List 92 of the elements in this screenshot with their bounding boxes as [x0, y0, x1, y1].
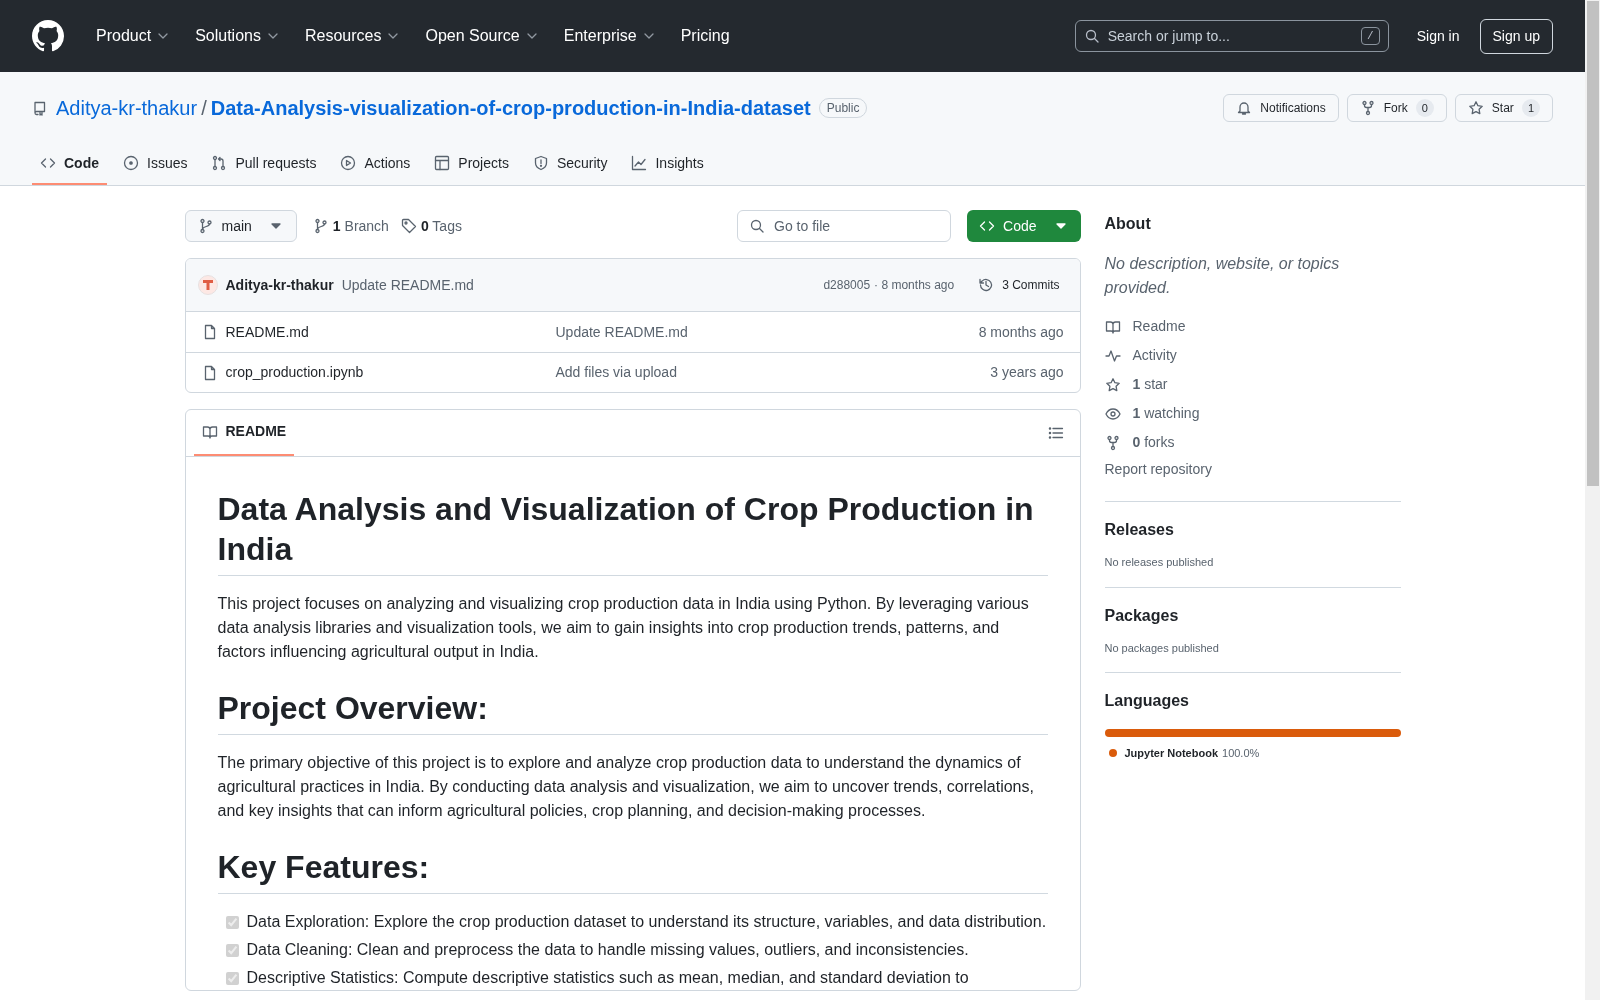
shield-icon — [532, 155, 549, 171]
about-link[interactable]: 0 forks — [1104, 428, 1401, 457]
branch-icon — [312, 218, 329, 234]
star-button[interactable]: Star 1 — [1454, 94, 1553, 122]
sign-in-link[interactable]: Sign in — [1416, 25, 1460, 47]
commits-link[interactable]: 3 Commits — [970, 276, 1068, 294]
star-icon — [1104, 376, 1121, 393]
commit-hash[interactable]: d288005 — [823, 276, 871, 294]
branch-icon — [197, 218, 214, 234]
about-heading: About — [1104, 214, 1152, 234]
readme-heading: Project Overview: — [217, 688, 1048, 735]
graph-icon — [631, 155, 648, 171]
file-time: 8 months ago — [978, 322, 1064, 342]
repo-tab[interactable]: Projects — [426, 143, 517, 185]
search-field[interactable]: Search or jump to... / — [1074, 20, 1389, 52]
task-text: Descriptive Statistics: Compute descriptive statistics such as mean, median, and standard deviation to — [246, 968, 969, 988]
bell-icon — [1236, 100, 1253, 116]
search-icon — [749, 218, 766, 234]
outline-icon — [1047, 424, 1064, 441]
fork-icon — [1359, 100, 1376, 116]
owner-link[interactable]: Aditya-kr-thakur — [56, 93, 198, 123]
about-link[interactable]: Activity — [1104, 341, 1401, 370]
notifications-button[interactable]: Notifications — [1223, 94, 1339, 122]
repo-tab[interactable]: Insights — [623, 143, 712, 185]
pull-request-icon — [211, 155, 228, 171]
nav-link[interactable]: Resources — [300, 24, 406, 48]
nav-link[interactable]: Open Source — [421, 24, 544, 48]
commit-message-link[interactable]: Add files via upload — [555, 362, 677, 383]
code-icon — [40, 155, 56, 171]
sign-up-button[interactable]: Sign up — [1479, 18, 1553, 54]
task-text: Data Exploration: Explore the crop production dataset to understand its structure, variables, and data distribution. — [246, 912, 1047, 932]
commit-time: · 8 months ago — [874, 277, 955, 294]
scrollbar[interactable] — [1585, 0, 1600, 1000]
book-icon — [1104, 318, 1121, 335]
nav-link[interactable]: Product — [92, 24, 176, 48]
commit-author[interactable]: Aditya-kr-thakur — [225, 274, 334, 296]
section-note: No packages published — [1104, 640, 1220, 656]
about-description: No description, website, or topics provided. — [1104, 254, 1341, 298]
history-icon — [978, 277, 995, 293]
commit-message[interactable]: Update README.md — [341, 274, 474, 296]
repo-icon — [32, 100, 48, 116]
file-time: 3 years ago — [990, 363, 1064, 382]
play-icon — [340, 155, 357, 171]
readme-heading: Key Features: — [217, 847, 1048, 894]
go-to-file-field[interactable]: Go to file — [737, 210, 952, 242]
repo-tab[interactable]: Security — [524, 143, 616, 185]
nav-link[interactable]: Pricing — [676, 24, 734, 48]
branches-link[interactable]: 1 Branch — [312, 215, 389, 237]
book-icon — [201, 423, 218, 440]
repo-tab[interactable]: Issues — [115, 143, 196, 185]
code-icon — [979, 218, 996, 234]
about-link[interactable]: 1 star — [1104, 370, 1401, 399]
nav-link[interactable]: Solutions — [191, 24, 285, 48]
counter: 1 — [1521, 99, 1540, 117]
repo-tab[interactable]: Code — [32, 143, 107, 185]
avatar — [197, 275, 218, 295]
tag-icon — [400, 218, 417, 234]
logo-icon[interactable] — [32, 20, 64, 52]
section-heading: Packages — [1104, 605, 1180, 626]
repo-name-link[interactable]: Data-Analysis-visualization-of-crop-production-in-India-dataset — [210, 93, 811, 123]
task-text: Data Cleaning: Clean and preprocess the data to handle missing values, outliers, and inconsistencies. — [246, 940, 969, 960]
issue-icon — [123, 155, 139, 171]
section-heading: Releases — [1104, 520, 1175, 540]
repo-tab[interactable]: Actions — [332, 143, 419, 185]
repo-tab[interactable]: Pull requests — [203, 143, 325, 185]
readme-heading: Data Analysis and Visualization of Crop Production in India — [217, 489, 1048, 576]
shortcut-key: / — [1361, 27, 1380, 45]
search-icon — [1083, 28, 1100, 44]
nav-link[interactable]: Enterprise — [559, 24, 661, 48]
section-heading: Languages — [1104, 691, 1190, 711]
report-link[interactable]: Report repository — [1104, 459, 1401, 485]
about-link[interactable]: Readme — [1104, 312, 1401, 341]
section-note: No releases published — [1104, 555, 1215, 570]
code-button[interactable]: Code — [967, 210, 1081, 242]
star-icon — [1467, 100, 1484, 116]
language-name[interactable]: Jupyter Notebook — [1124, 745, 1218, 762]
about-link[interactable]: 1 watching — [1104, 399, 1401, 428]
counter: 0 — [1415, 99, 1434, 117]
tags-link[interactable]: 0 Tags — [400, 215, 462, 237]
readme-paragraph: This project focuses on analyzing and visualizing crop production data in India using Python. By leveraging various data analysis libraries and visualization tools, we aim to gain insights into crop production trends, patterns, and factors influencing agricultural output in India. — [217, 594, 1030, 662]
branch-button[interactable]: main — [184, 210, 297, 242]
readme-tab[interactable]: README — [193, 409, 295, 456]
fork-icon — [1104, 434, 1121, 451]
path-separator: / — [201, 96, 207, 121]
language-percent: 100.0% — [1222, 746, 1260, 761]
file-name-link[interactable]: README.md — [225, 321, 556, 343]
readme-paragraph: The primary objective of this project is to explore and analyze crop production data to understand the dynamics of agricultural practices in India. By conducting data analysis and visualization, we aim to uncover trends, correlations, and key insights that can inform agricultural policies, crop planning, and decision-making processes. — [217, 753, 1035, 821]
commit-message-link[interactable]: Update README.md — [555, 321, 688, 343]
fork-button[interactable]: Fork 0 — [1346, 94, 1447, 122]
table-icon — [434, 155, 451, 171]
eye-icon — [1104, 405, 1121, 422]
file-name-link[interactable]: crop_production.ipynb — [225, 362, 556, 383]
